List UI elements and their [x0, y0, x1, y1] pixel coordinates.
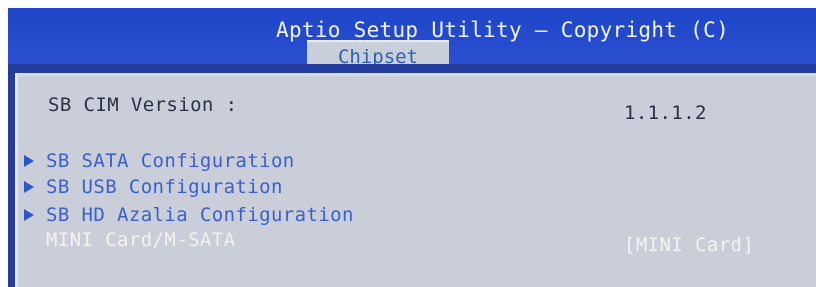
triangle-right-icon: [24, 209, 34, 221]
submenu-sb-hd-azalia-configuration[interactable]: SB HD Azalia Configuration: [24, 204, 354, 226]
sb-cim-version-value: 1.1.1.2: [624, 102, 707, 124]
title-bar: Aptio Setup Utility – Copyright (C) Chip…: [8, 8, 816, 72]
triangle-right-icon: [24, 181, 34, 193]
submenu-label: SB SATA Configuration: [46, 150, 295, 172]
settings-list: SB CIM Version : 1.1.1.2 SB SATA Configu…: [15, 73, 816, 287]
triangle-right-icon: [24, 155, 34, 167]
submenu-sb-usb-configuration[interactable]: SB USB Configuration: [24, 176, 283, 198]
bios-screen: Aptio Setup Utility – Copyright (C) Chip…: [0, 0, 816, 287]
sb-cim-version-label: SB CIM Version :: [48, 94, 238, 116]
main-panel: SB CIM Version : 1.1.1.2 SB SATA Configu…: [8, 64, 816, 287]
mini-card-setting-label[interactable]: MINI Card/M-SATA: [46, 229, 235, 251]
app-title: Aptio Setup Utility – Copyright (C): [276, 18, 730, 42]
mini-card-setting-value[interactable]: [MINI Card]: [624, 234, 754, 256]
submenu-label: SB USB Configuration: [46, 176, 283, 198]
submenu-label: SB HD Azalia Configuration: [46, 204, 354, 226]
submenu-sb-sata-configuration[interactable]: SB SATA Configuration: [24, 150, 295, 172]
